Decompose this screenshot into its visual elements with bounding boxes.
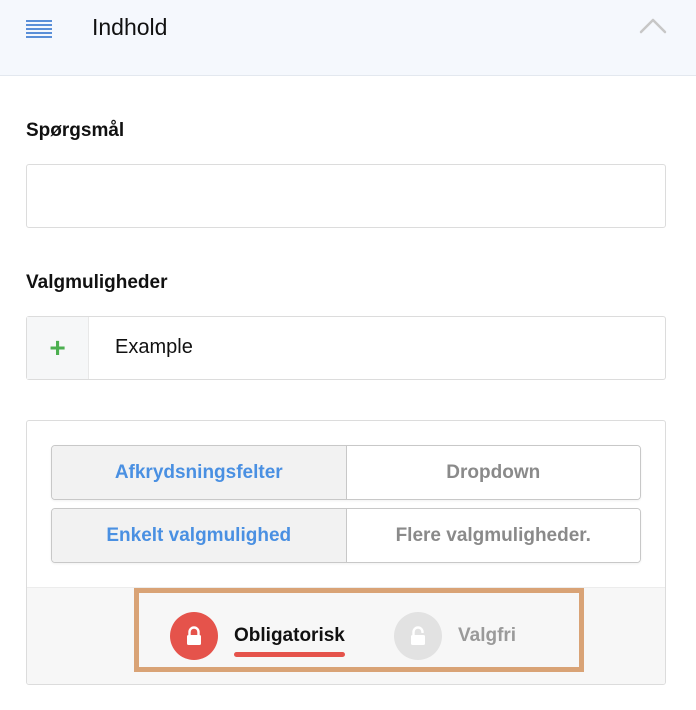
selected-underline [234, 652, 345, 657]
checkboxes-option-button[interactable]: Afkrydsningsfelter [52, 446, 346, 499]
selection-mode-toggle: Enkelt valgmulighed Flere valgmuligheder… [51, 508, 641, 563]
lock-closed-icon [170, 612, 218, 660]
option-item[interactable]: + Example [26, 316, 666, 380]
question-label: Spørgsmål [26, 120, 125, 141]
single-choice-button[interactable]: Enkelt valgmulighed [52, 509, 346, 562]
option-text[interactable]: Example [115, 336, 193, 359]
optional-label: Valgfri [458, 625, 517, 646]
obligatory-toggle[interactable]: Obligatorisk [170, 612, 345, 660]
chevron-up-icon[interactable] [638, 16, 668, 36]
list-lines-icon [26, 20, 52, 38]
optional-toggle[interactable]: Valgfri [394, 612, 516, 660]
dropdown-option-button[interactable]: Dropdown [345, 446, 640, 499]
input-type-toggle: Afkrydsningsfelter Dropdown [51, 445, 641, 500]
question-input[interactable] [26, 164, 666, 228]
section-title: Indhold [92, 14, 168, 40]
options-label: Valgmuligheder [26, 272, 168, 293]
obligatory-label: Obligatorisk [234, 625, 345, 657]
content-section-header[interactable]: Indhold [0, 0, 696, 76]
lock-open-icon [394, 612, 442, 660]
multiple-choice-button[interactable]: Flere valgmuligheder. [345, 509, 640, 562]
obligatory-label-text: Obligatorisk [234, 625, 345, 646]
add-option-button[interactable]: + [27, 317, 89, 379]
